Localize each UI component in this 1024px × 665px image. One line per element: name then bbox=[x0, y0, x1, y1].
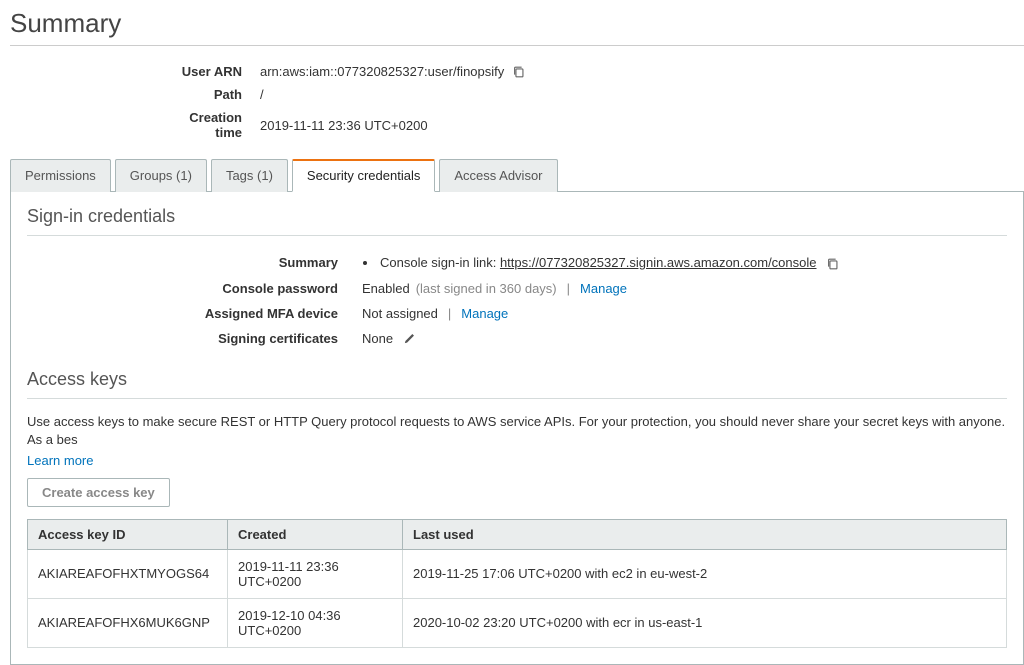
meta-label-arn: User ARN bbox=[160, 64, 260, 79]
signin-credentials: Summary Console sign-in link: https://07… bbox=[177, 250, 1007, 351]
mfa-value: Not assigned bbox=[362, 306, 438, 321]
copy-icon[interactable] bbox=[826, 257, 840, 271]
section-title-access-keys: Access keys bbox=[27, 369, 1007, 390]
console-signin-link[interactable]: https://077320825327.signin.aws.amazon.c… bbox=[500, 255, 817, 270]
signing-cert-value: None bbox=[362, 331, 393, 346]
tab-security-credentials[interactable]: Security credentials bbox=[292, 159, 435, 192]
meta-value-creation: 2019-11-11 23:36 UTC+0200 bbox=[260, 118, 428, 133]
tab-access-advisor[interactable]: Access Advisor bbox=[439, 159, 557, 192]
col-last-used: Last used bbox=[403, 519, 1007, 549]
tabs: Permissions Groups (1) Tags (1) Security… bbox=[10, 158, 1024, 192]
copy-icon[interactable] bbox=[512, 65, 526, 79]
meta-label-creation: Creation time bbox=[160, 110, 260, 140]
divider bbox=[27, 398, 1007, 399]
col-created: Created bbox=[228, 519, 403, 549]
divider bbox=[10, 45, 1024, 46]
cred-row-console-password: Console password Enabled (last signed in… bbox=[177, 276, 1007, 301]
cred-row-mfa: Assigned MFA device Not assigned | Manag… bbox=[177, 301, 1007, 326]
col-access-key-id: Access key ID bbox=[28, 519, 228, 549]
cred-label-summary: Summary bbox=[177, 255, 362, 270]
access-keys-description: Use access keys to make secure REST or H… bbox=[27, 413, 1007, 449]
cred-row-signing-cert: Signing certificates None bbox=[177, 326, 1007, 351]
cell-last-used: 2020-10-02 23:20 UTC+0200 with ecr in us… bbox=[403, 598, 1007, 647]
console-password-note: (last signed in 360 days) bbox=[416, 281, 557, 296]
meta-value-path: / bbox=[260, 87, 264, 102]
cell-created: 2019-11-11 23:36 UTC+0200 bbox=[228, 549, 403, 598]
table-row: AKIAREAFOFHX6MUK6GNP 2019-12-10 04:36 UT… bbox=[28, 598, 1007, 647]
divider bbox=[27, 235, 1007, 236]
cell-last-used: 2019-11-25 17:06 UTC+0200 with ec2 in eu… bbox=[403, 549, 1007, 598]
cell-created: 2019-12-10 04:36 UTC+0200 bbox=[228, 598, 403, 647]
pencil-icon[interactable] bbox=[403, 332, 416, 345]
manage-mfa-link[interactable]: Manage bbox=[461, 306, 508, 321]
manage-password-link[interactable]: Manage bbox=[580, 281, 627, 296]
learn-more-link[interactable]: Learn more bbox=[27, 453, 93, 468]
signin-link-prefix: Console sign-in link: bbox=[380, 255, 500, 270]
access-keys-table: Access key ID Created Last used AKIAREAF… bbox=[27, 519, 1007, 648]
cred-label-console-password: Console password bbox=[177, 281, 362, 296]
meta-row-arn: User ARN arn:aws:iam::077320825327:user/… bbox=[160, 60, 1024, 83]
table-row: AKIAREAFOFHXTMYOGS64 2019-11-11 23:36 UT… bbox=[28, 549, 1007, 598]
cred-label-signing-cert: Signing certificates bbox=[177, 331, 362, 346]
meta-label-path: Path bbox=[160, 87, 260, 102]
meta-value-arn: arn:aws:iam::077320825327:user/finopsify bbox=[260, 64, 504, 79]
tab-tags[interactable]: Tags (1) bbox=[211, 159, 288, 192]
tab-permissions[interactable]: Permissions bbox=[10, 159, 111, 192]
page-title: Summary bbox=[10, 8, 1024, 39]
panel-security-credentials: Sign-in credentials Summary Console sign… bbox=[10, 192, 1024, 665]
separator: | bbox=[567, 281, 570, 296]
cred-row-summary: Summary Console sign-in link: https://07… bbox=[177, 250, 1007, 276]
cred-label-mfa: Assigned MFA device bbox=[177, 306, 362, 321]
cell-access-key-id: AKIAREAFOFHXTMYOGS64 bbox=[28, 549, 228, 598]
section-title-signin: Sign-in credentials bbox=[27, 206, 1007, 227]
meta-row-path: Path / bbox=[160, 83, 1024, 106]
tab-groups[interactable]: Groups (1) bbox=[115, 159, 207, 192]
meta-row-creation: Creation time 2019-11-11 23:36 UTC+0200 bbox=[160, 106, 1024, 144]
separator: | bbox=[448, 306, 451, 321]
cell-access-key-id: AKIAREAFOFHX6MUK6GNP bbox=[28, 598, 228, 647]
user-meta: User ARN arn:aws:iam::077320825327:user/… bbox=[160, 60, 1024, 144]
create-access-key-button[interactable]: Create access key bbox=[27, 478, 170, 507]
console-password-value: Enabled bbox=[362, 281, 410, 296]
